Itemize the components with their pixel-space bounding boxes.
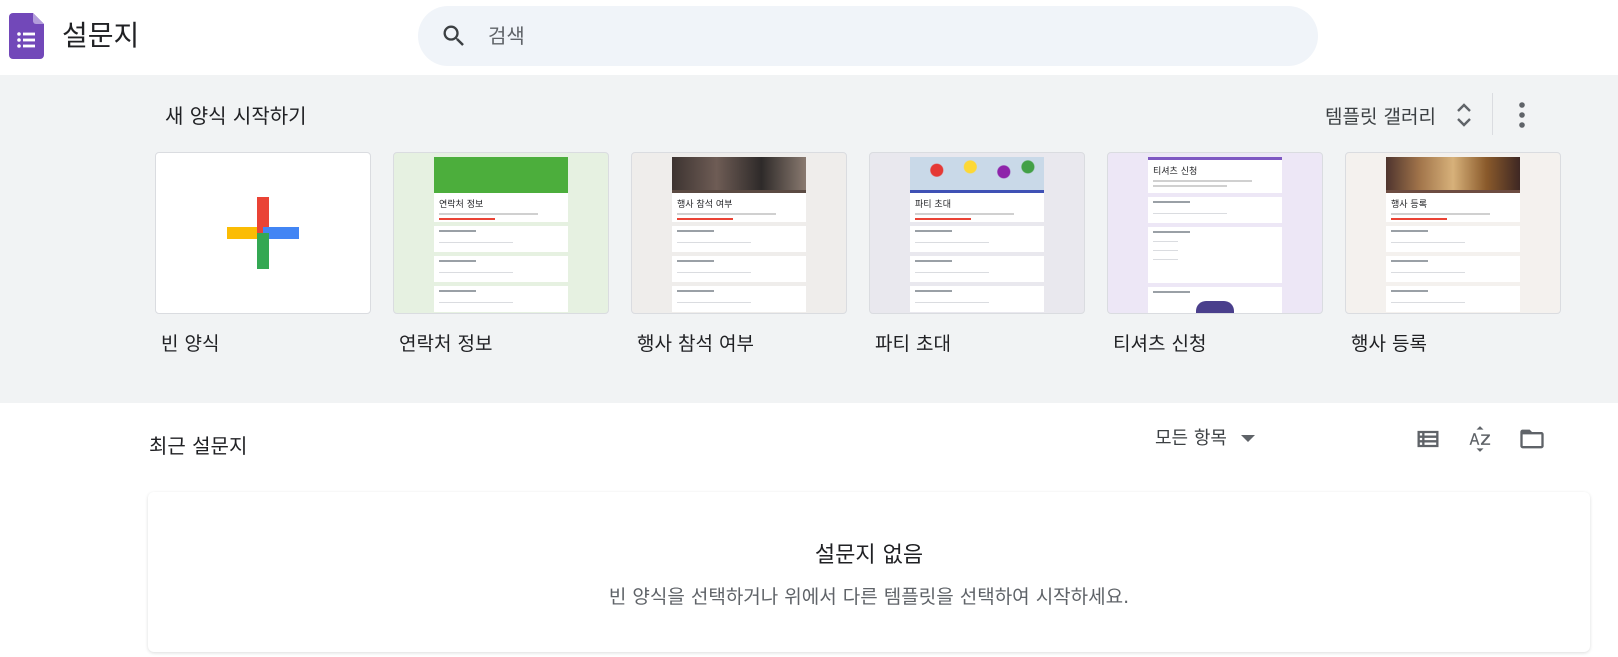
template-thumbnail: 티셔츠 신청 bbox=[1148, 157, 1282, 313]
thumbnail-title: 연락처 정보 bbox=[439, 200, 484, 210]
thumbnail-title: 행사 참석 여부 bbox=[677, 200, 733, 210]
template-card-tshirt[interactable]: 티셔츠 신청 bbox=[1107, 152, 1323, 314]
template-card-label[interactable]: 빈 양식 bbox=[161, 329, 219, 356]
thumbnail-title: 행사 등록 bbox=[1391, 200, 1427, 210]
template-section-heading: 새 양식 시작하기 bbox=[165, 104, 307, 128]
template-thumbnail: 행사 등록 bbox=[1386, 157, 1520, 313]
app-header: 설문지 bbox=[0, 0, 1618, 75]
template-gallery-button[interactable]: 템플릿 갤러리 bbox=[1325, 95, 1476, 135]
template-card-party[interactable]: 파티 초대 bbox=[869, 152, 1085, 314]
search-bar[interactable] bbox=[418, 6, 1318, 66]
template-thumbnail: 연락처 정보 bbox=[434, 157, 568, 313]
thumbnail-title: 티셔츠 신청 bbox=[1153, 167, 1198, 177]
template-card-label[interactable]: 티셔츠 신청 bbox=[1113, 329, 1206, 356]
template-card-rsvp[interactable]: 행사 참석 여부 bbox=[631, 152, 847, 314]
template-section: 새 양식 시작하기 템플릿 갤러리 빈 양식 연락처 정보 연락처 정보 행사 … bbox=[0, 75, 1618, 403]
template-thumbnail: 행사 참석 여부 bbox=[672, 157, 806, 313]
template-card-event-registration[interactable]: 행사 등록 bbox=[1345, 152, 1561, 314]
more-vert-icon[interactable] bbox=[1510, 97, 1534, 133]
template-card-label[interactable]: 행사 참석 여부 bbox=[637, 329, 754, 356]
template-thumbnail: 파티 초대 bbox=[910, 157, 1044, 313]
app-title[interactable]: 설문지 bbox=[62, 14, 139, 54]
unfold-more-icon bbox=[1457, 103, 1471, 127]
list-view-icon[interactable] bbox=[1414, 425, 1442, 453]
owner-filter-dropdown[interactable]: 모든 항목 bbox=[1155, 424, 1255, 450]
dropdown-arrow-icon bbox=[1240, 435, 1255, 442]
template-card-label[interactable]: 파티 초대 bbox=[875, 329, 951, 356]
recent-forms-title: 최근 설문지 bbox=[149, 434, 248, 458]
plus-icon bbox=[227, 197, 299, 269]
search-icon[interactable] bbox=[440, 22, 468, 50]
thumbnail-title: 파티 초대 bbox=[915, 200, 951, 210]
empty-state-subtitle: 빈 양식을 선택하거나 위에서 다른 템플릿을 선택하여 시작하세요. bbox=[608, 586, 1130, 608]
divider bbox=[1492, 93, 1493, 135]
forms-logo-icon[interactable] bbox=[9, 13, 44, 59]
empty-state-title: 설문지 없음 bbox=[814, 543, 924, 568]
owner-filter-label: 모든 항목 bbox=[1155, 428, 1227, 449]
search-input[interactable] bbox=[488, 6, 1268, 66]
template-card-blank[interactable] bbox=[155, 152, 371, 314]
template-card-contact[interactable]: 연락처 정보 bbox=[393, 152, 609, 314]
template-gallery-label: 템플릿 갤러리 bbox=[1325, 105, 1436, 128]
empty-state-card: 설문지 없음 빈 양식을 선택하거나 위에서 다른 템플릿을 선택하여 시작하세… bbox=[148, 492, 1590, 652]
template-card-label[interactable]: 연락처 정보 bbox=[399, 329, 492, 356]
template-card-label[interactable]: 행사 등록 bbox=[1351, 329, 1427, 356]
sort-az-icon[interactable] bbox=[1466, 425, 1494, 453]
folder-icon[interactable] bbox=[1518, 425, 1546, 453]
